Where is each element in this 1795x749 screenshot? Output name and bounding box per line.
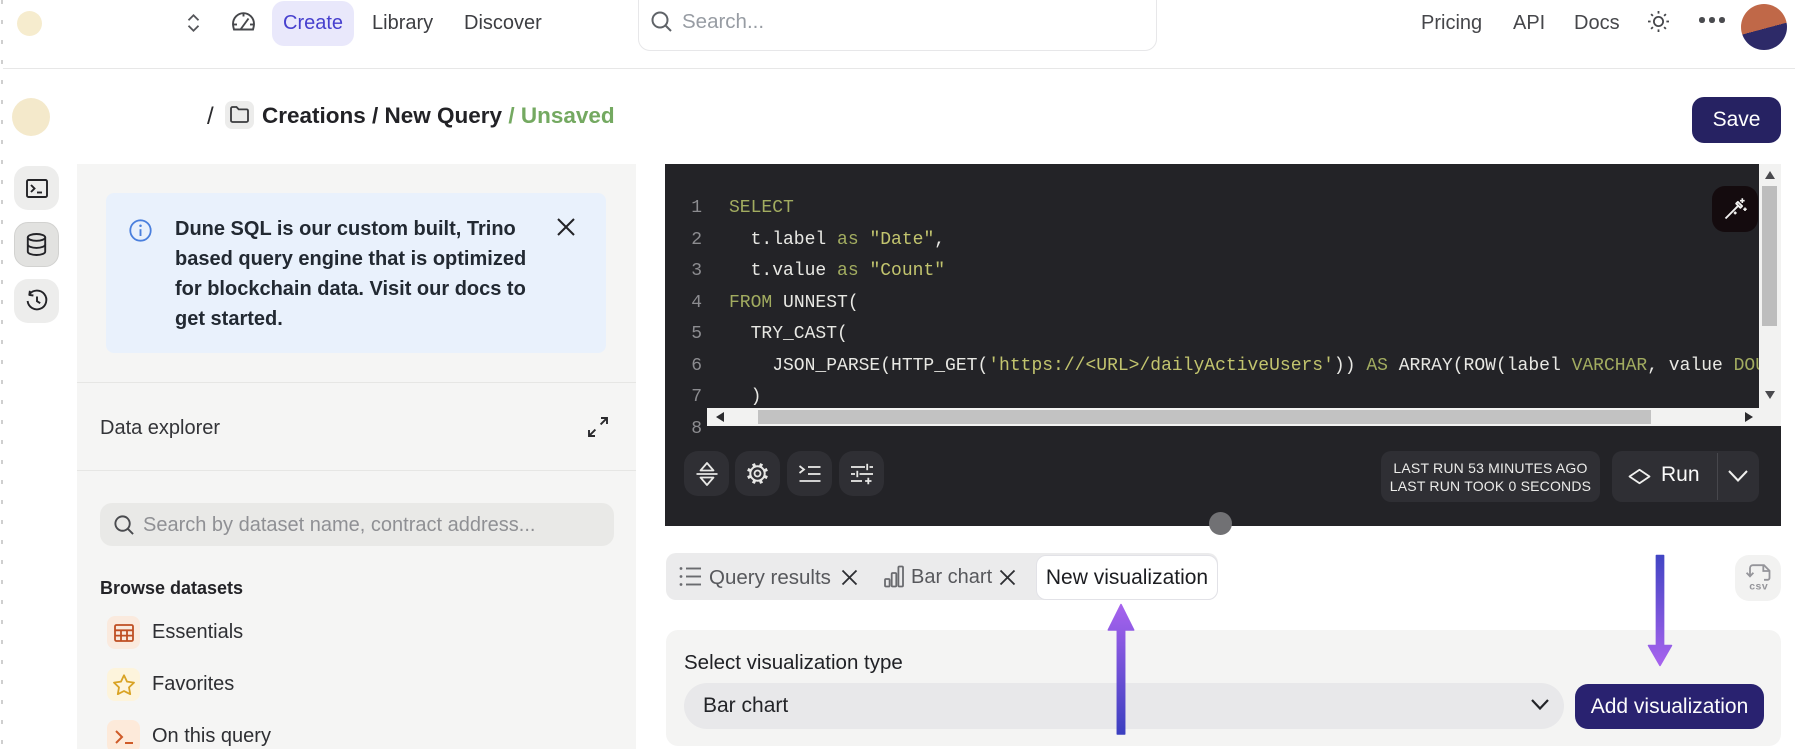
svg-text:csv: csv bbox=[1749, 581, 1768, 593]
